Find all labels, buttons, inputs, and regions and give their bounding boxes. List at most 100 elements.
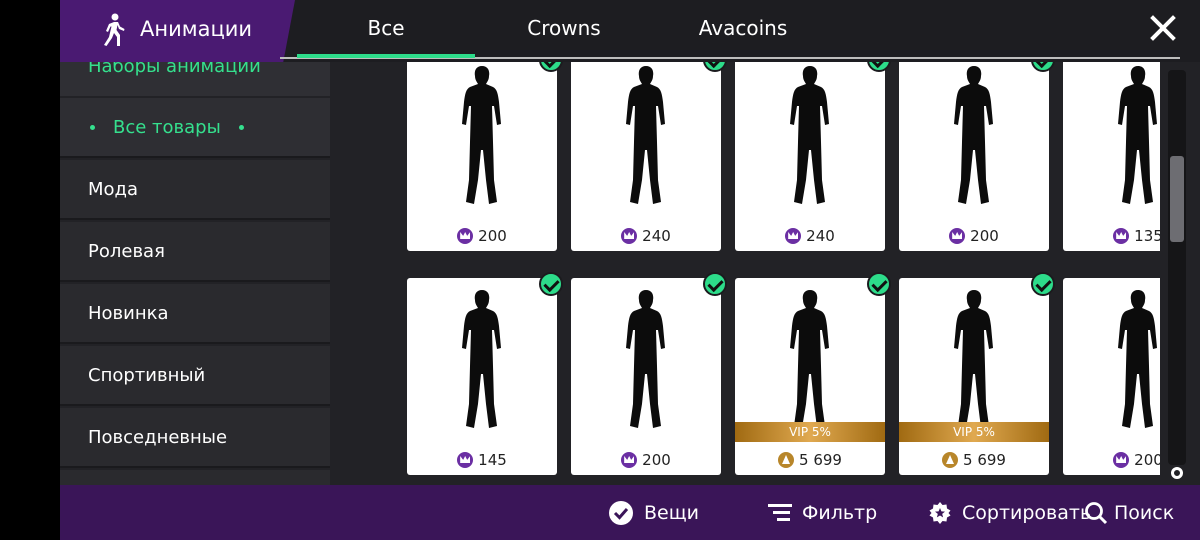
sidebar-item-label: Все товары: [113, 116, 221, 138]
item-price: 135: [1063, 227, 1160, 245]
dot-icon: [90, 124, 95, 130]
item-price: 145: [407, 451, 557, 469]
price-value: 200: [970, 227, 999, 245]
item-price: 240: [571, 227, 721, 245]
vip-discount-banner: VIP 5%: [899, 422, 1049, 442]
owned-check-icon: [703, 272, 727, 296]
animation-silhouette-image: [1118, 290, 1157, 428]
item-card[interactable]: 200: [571, 272, 727, 475]
filter-icon: [768, 504, 792, 521]
avacoin-icon: [942, 452, 959, 468]
tab-crowns[interactable]: Crowns: [475, 16, 653, 40]
item-card[interactable]: 200: [899, 62, 1055, 251]
crown-icon: [457, 228, 474, 244]
item-price: 5 699: [899, 451, 1049, 469]
price-value: 135: [1134, 227, 1160, 245]
item-price: 200: [407, 227, 557, 245]
search-icon: [1085, 502, 1108, 525]
item-card[interactable]: VIP 5% 5 699: [899, 272, 1055, 475]
shop-window: Анимации Все Crowns Avacoins Наборы аним…: [60, 0, 1200, 540]
item-card[interactable]: VIP 5% 5 699: [735, 272, 891, 475]
dot-icon: [238, 124, 244, 130]
star-badge-icon: [929, 502, 951, 524]
owned-check-icon: [539, 62, 563, 72]
owned-check-icon: [1031, 62, 1055, 72]
price-value: 240: [642, 227, 671, 245]
price-value: 240: [806, 227, 835, 245]
scrollbar-thumb[interactable]: [1170, 156, 1184, 242]
owned-check-icon: [867, 62, 891, 72]
page-title: Анимации: [140, 17, 253, 41]
price-value: 5 699: [799, 451, 842, 469]
price-value: 145: [478, 451, 507, 469]
sidebar-item-animation-sets[interactable]: Наборы анимации ◣: [60, 62, 330, 96]
avacoin-icon: [778, 452, 795, 468]
owned-check-icon: [1031, 272, 1055, 296]
crown-icon: [621, 452, 638, 468]
tab-all[interactable]: Все: [297, 16, 475, 40]
animation-silhouette-image: [1118, 66, 1157, 204]
price-value: 5 699: [963, 451, 1006, 469]
crown-icon: [949, 228, 966, 244]
animation-silhouette-image: [626, 290, 665, 428]
sidebar-item-sport[interactable]: Спортивный: [60, 346, 330, 406]
animation-silhouette-image: [790, 66, 829, 204]
title-tab: Анимации: [60, 0, 295, 62]
sidebar-item-label: Мода: [88, 178, 139, 200]
item-price: 200: [571, 451, 721, 469]
item-card[interactable]: 135: [1063, 62, 1160, 251]
sidebar-item-all-items[interactable]: Все товары: [60, 98, 330, 158]
category-sidebar: Наборы анимации ◣ Все товары Мода Ролева…: [60, 62, 330, 485]
animation-silhouette-image: [626, 66, 665, 204]
crown-icon: [621, 228, 638, 244]
search-label: Поиск: [1114, 502, 1175, 524]
item-grid: 200 240 240 200 135 145 200 VIP 5% 5 699 VIP 5% 5 …: [340, 62, 1160, 485]
sidebar-item-fashion[interactable]: Мода: [60, 160, 330, 220]
item-card[interactable]: 240: [735, 62, 891, 251]
bottom-toolbar: Вещи Фильтр Сортировать Поиск: [60, 485, 1200, 540]
owned-check-icon: [867, 272, 891, 296]
active-tab-indicator: [297, 54, 475, 58]
sort-label: Сортировать: [962, 502, 1092, 524]
sidebar-item-next[interactable]: [60, 470, 330, 485]
price-value: 200: [642, 451, 671, 469]
close-icon[interactable]: [1148, 13, 1178, 43]
scrollbar[interactable]: [1168, 70, 1186, 465]
item-price: 200: [899, 227, 1049, 245]
animation-silhouette-image: [954, 290, 993, 428]
items-button[interactable]: Вещи: [608, 499, 699, 527]
item-price: 240: [735, 227, 885, 245]
sidebar-item-label: Спортивный: [88, 364, 206, 386]
item-price: 200: [1063, 451, 1160, 469]
price-value: 200: [1134, 451, 1160, 469]
vip-discount-banner: VIP 5%: [735, 422, 885, 442]
owned-check-icon: [703, 62, 727, 72]
sort-button[interactable]: Сортировать: [928, 499, 1091, 527]
tab-avacoins[interactable]: Avacoins: [653, 16, 833, 40]
scroll-end-indicator: [1171, 467, 1183, 479]
crown-icon: [1113, 228, 1130, 244]
sidebar-item-roleplay[interactable]: Ролевая: [60, 222, 330, 282]
crown-icon: [1113, 452, 1130, 468]
item-card[interactable]: 240: [571, 62, 727, 251]
walking-person-icon: [104, 13, 125, 46]
animation-silhouette-image: [462, 290, 501, 428]
price-value: 200: [478, 227, 507, 245]
items-label: Вещи: [644, 502, 699, 524]
item-price: 5 699: [735, 451, 885, 469]
sidebar-item-casual[interactable]: Повседневные: [60, 408, 330, 468]
animation-silhouette-image: [790, 290, 829, 428]
filter-label: Фильтр: [802, 502, 878, 524]
search-button[interactable]: Поиск: [1084, 499, 1174, 527]
item-card[interactable]: 200: [407, 62, 563, 251]
crown-icon: [785, 228, 802, 244]
sidebar-item-label: Новинка: [88, 302, 169, 324]
sidebar-item-label: Ролевая: [88, 240, 165, 262]
item-card[interactable]: 200: [1063, 278, 1160, 475]
checkmark-circle-icon: [609, 501, 633, 525]
item-card[interactable]: 145: [407, 272, 563, 475]
filter-button[interactable]: Фильтр: [768, 499, 877, 527]
sidebar-item-label: Наборы анимации: [88, 62, 261, 77]
crown-icon: [457, 452, 474, 468]
sidebar-item-new[interactable]: Новинка: [60, 284, 330, 344]
